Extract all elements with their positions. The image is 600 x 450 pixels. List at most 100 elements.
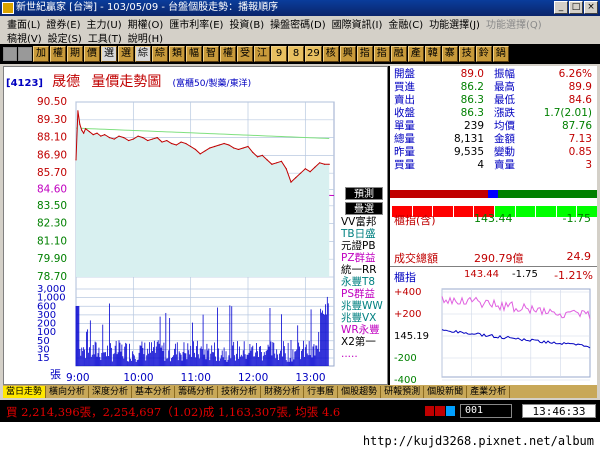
tab-11[interactable]: 產業分析	[467, 385, 511, 398]
menu-item-0[interactable]: 畫面(L)	[4, 16, 43, 31]
price-point	[180, 141, 182, 143]
maximize-button[interactable]: □	[569, 1, 583, 14]
toolbar-button-19[interactable]: 指	[356, 46, 373, 62]
page-box[interactable]: 001	[460, 404, 512, 418]
toolbar-grid-icon[interactable]	[3, 47, 17, 61]
toolbar-button-2[interactable]: 期	[67, 46, 83, 62]
tab-1[interactable]: 橫向分析	[46, 385, 90, 398]
intraday-chart[interactable]: 90.50 89.30 88.10 86.90 85.70 84.60 83.50 82.30…	[4, 67, 389, 386]
price-point	[204, 150, 206, 152]
toolbar-button-16[interactable]: 29	[305, 46, 322, 62]
broker-item[interactable]: 兆豐VX	[341, 312, 389, 324]
broker-item[interactable]: TB日盛	[341, 228, 389, 240]
price-point	[108, 136, 111, 139]
quote-row-right: 振幅 6.26%	[494, 68, 594, 81]
tab-3[interactable]: 基本分析	[132, 385, 176, 398]
tab-6[interactable]: 財務分析	[261, 385, 305, 398]
menu-item-5[interactable]: 投資(B)	[226, 16, 267, 31]
broker-item[interactable]: WR永豐	[341, 324, 389, 336]
broker-item[interactable]: 元證PB	[341, 240, 389, 252]
broker-item[interactable]: X2第一	[341, 336, 389, 348]
menu-item-6[interactable]: 操盤密碼(D)	[267, 16, 329, 31]
quote-label: 買量	[394, 159, 415, 171]
toolbar-button-23[interactable]: 韓	[424, 46, 441, 62]
toolbar-button-27[interactable]: 鍋	[492, 46, 509, 62]
menu-item-7[interactable]: 國際資訊(I)	[329, 16, 386, 31]
predict-button[interactable]: 預測	[345, 187, 383, 200]
tab-7[interactable]: 行事曆	[304, 385, 339, 398]
toolbar-button-3[interactable]: 價	[84, 46, 100, 62]
toolbar-button-6[interactable]: 綜	[135, 46, 151, 62]
toolbar-button-25[interactable]: 技	[458, 46, 475, 62]
toolbar-button-24[interactable]: 寨	[441, 46, 458, 62]
toolbar-button-15[interactable]: 8	[288, 46, 304, 62]
toolbar-button-12[interactable]: 受	[237, 46, 253, 62]
price-point	[213, 145, 216, 148]
toolbar-button-4[interactable]: 選	[101, 46, 117, 62]
toolbar-button-22[interactable]: 產	[407, 46, 424, 62]
toolbar-button-9[interactable]: 幅	[186, 46, 202, 62]
broker-item[interactable]: PS群益	[341, 288, 389, 300]
quote-value: 8,131	[453, 133, 484, 145]
price-point	[81, 129, 83, 131]
quote-label: 變動	[494, 146, 515, 158]
tab-5[interactable]: 技術分析	[218, 385, 262, 398]
price-point	[88, 131, 90, 133]
index-mini-chart[interactable]: +400+200145.19-200-400	[390, 281, 597, 386]
toolbar-button-21[interactable]: 融	[390, 46, 407, 62]
menu-item-10[interactable]: 功能選擇(Q)	[483, 16, 545, 31]
quote-panel: 開盤 89.0 買進 86.2 賣出 86.3 收盤 86.3 單量 239 總量 8,131 昨量 9,…	[390, 66, 597, 386]
tab-0[interactable]: 當日走勢	[3, 385, 47, 398]
tab-4[interactable]: 籌碼分析	[175, 385, 219, 398]
broker-item[interactable]: 兆豐WW	[341, 300, 389, 312]
toolbar-button-20[interactable]: 指	[373, 46, 390, 62]
menu-item-8[interactable]: 金融(C)	[385, 16, 426, 31]
toolbar-button-5[interactable]: 選	[118, 46, 134, 62]
tab-2[interactable]: 深度分析	[89, 385, 133, 398]
toolbar-list-icon[interactable]	[18, 47, 32, 61]
menu2-item-2[interactable]: 工具(T)	[85, 30, 125, 45]
price-point	[314, 166, 316, 168]
toolbar-button-11[interactable]: 權	[220, 46, 236, 62]
broker-item[interactable]: .....	[341, 348, 389, 360]
toolbar-button-8[interactable]: 類	[169, 46, 185, 62]
toolbar-button-1[interactable]: 權	[50, 46, 66, 62]
toolbar-button-17[interactable]: 核	[322, 46, 339, 62]
close-button[interactable]: ×	[584, 1, 598, 14]
tab-9[interactable]: 研報預測	[381, 385, 425, 398]
tab-8[interactable]: 個股趨勢	[338, 385, 382, 398]
price-point	[175, 144, 177, 146]
menu2-item-0[interactable]: 稿視(V)	[4, 30, 45, 45]
toolbar-button-14[interactable]: 9	[271, 46, 287, 62]
mini-tick-label: 145.19	[394, 331, 429, 342]
overlay-button[interactable]: 疊選	[345, 202, 383, 215]
menu-item-4[interactable]: 匯市利率(E)	[166, 16, 226, 31]
menu2-item-3[interactable]: 說明(H)	[125, 30, 166, 45]
menu2-item-1[interactable]: 設定(S)	[45, 30, 85, 45]
bid-ask-bar	[390, 186, 597, 202]
broker-item[interactable]: 統一RR	[341, 264, 389, 276]
menu-item-9[interactable]: 功能選擇(J)	[426, 16, 483, 31]
menu-item-2[interactable]: 主力(U)	[84, 16, 125, 31]
price-point	[151, 138, 154, 140]
toolbar-button-18[interactable]: 興	[339, 46, 356, 62]
price-point	[299, 172, 302, 174]
quote-row-left: 昨量 9,535	[394, 146, 494, 159]
toolbar-button-0[interactable]: 加	[33, 46, 49, 62]
tab-10[interactable]: 個股新聞	[424, 385, 468, 398]
mini-tick-label: -200	[394, 353, 417, 364]
toolbar-button-13[interactable]: 江	[254, 46, 270, 62]
price-point	[118, 135, 120, 137]
turnover-label: 成交總額	[394, 252, 438, 265]
broker-item[interactable]: VV富邦	[341, 216, 389, 228]
index-value: 143.44	[474, 212, 513, 225]
menu-item-3[interactable]: 期權(O)	[125, 16, 167, 31]
broker-item[interactable]: 永豐T8	[341, 276, 389, 288]
minimize-button[interactable]: _	[554, 1, 568, 14]
toolbar-button-10[interactable]: 智	[203, 46, 219, 62]
toolbar-button-26[interactable]: 鈴	[475, 46, 492, 62]
menu-item-1[interactable]: 證券(E)	[43, 16, 83, 31]
broker-item[interactable]: PZ群益	[341, 252, 389, 264]
toolbar-button-7[interactable]: 綜	[152, 46, 168, 62]
price-tick-label: 83.50	[37, 200, 67, 212]
